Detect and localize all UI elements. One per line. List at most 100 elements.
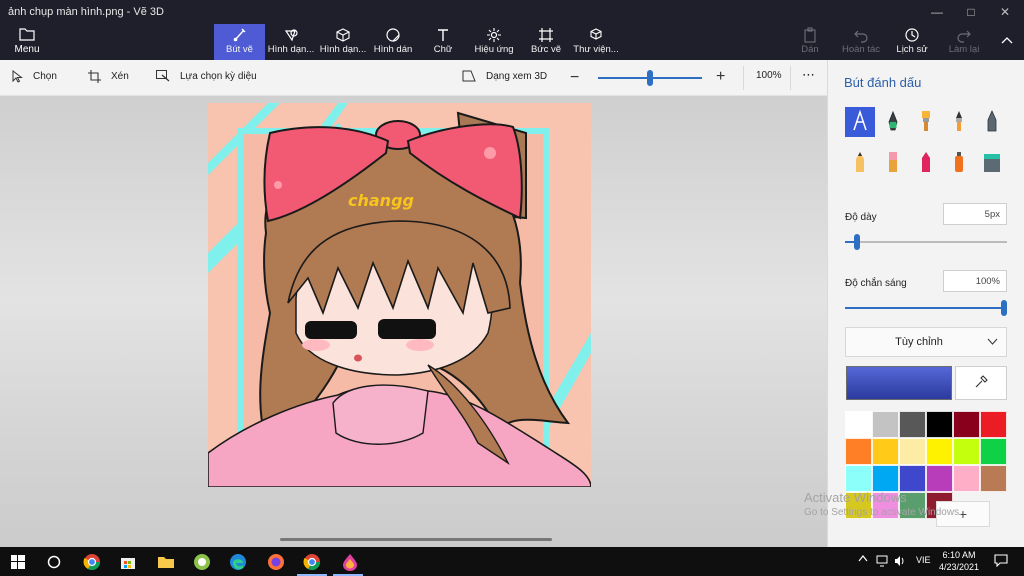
- tool-label: Hình dạn...: [267, 44, 315, 55]
- thickness-label: Độ dày: [845, 212, 877, 223]
- volume-icon[interactable]: [894, 555, 906, 569]
- zoom-value[interactable]: 100%: [756, 70, 782, 81]
- color-swatch[interactable]: [980, 465, 1007, 492]
- undo-button[interactable]: Hoàn tác: [840, 24, 882, 60]
- canvas-artwork[interactable]: changg: [208, 103, 591, 487]
- clock[interactable]: 6:10 AM 4/23/2021: [934, 549, 984, 573]
- left-eye: [305, 321, 357, 339]
- view-3d-toggle[interactable]: Dạng xem 3D: [462, 70, 547, 82]
- language-indicator[interactable]: VIE: [916, 555, 931, 565]
- file-explorer-icon[interactable]: [156, 552, 176, 572]
- tool-label: Bức vẽ: [530, 44, 562, 55]
- brush-marker[interactable]: [845, 107, 875, 137]
- brush-spray[interactable]: [944, 148, 974, 178]
- tool-3d-library[interactable]: Thư viện...: [572, 24, 620, 60]
- horizontal-scrollbar[interactable]: [280, 538, 552, 541]
- crop-button[interactable]: Xén: [88, 70, 129, 83]
- color-swatch[interactable]: [953, 465, 980, 492]
- thickness-slider-thumb[interactable]: [854, 234, 860, 250]
- zoom-in-button[interactable]: +: [716, 68, 725, 86]
- cortana-icon[interactable]: [44, 552, 64, 572]
- color-swatch[interactable]: [980, 411, 1007, 438]
- chevron-up-icon[interactable]: [858, 554, 868, 564]
- menu-label: Menu: [14, 44, 40, 55]
- thickness-slider[interactable]: [845, 234, 1007, 250]
- chrome-icon[interactable]: [82, 552, 102, 572]
- tool-label: Bút vẽ: [226, 44, 253, 55]
- tool-label: Hình dán: [373, 44, 413, 55]
- tool-text[interactable]: Chữ: [424, 24, 462, 60]
- maximize-icon[interactable]: □: [954, 0, 988, 24]
- chrome-active-icon[interactable]: [302, 552, 322, 572]
- color-swatch[interactable]: [872, 411, 899, 438]
- color-swatch[interactable]: [953, 411, 980, 438]
- color-swatch[interactable]: [899, 438, 926, 465]
- zoom-slider-thumb[interactable]: [647, 70, 653, 86]
- tool-2d-shapes[interactable]: Hình dạn...: [266, 24, 316, 60]
- sticker-text[interactable]: changg: [348, 191, 414, 210]
- firefox-icon[interactable]: [266, 552, 286, 572]
- collapse-ribbon-button[interactable]: [996, 24, 1018, 60]
- app-green-icon[interactable]: [192, 552, 212, 572]
- crop-label: Xén: [111, 71, 129, 82]
- color-swatch[interactable]: [953, 438, 980, 465]
- tool-canvas[interactable]: Bức vẽ: [526, 24, 566, 60]
- select-button[interactable]: Chọn: [12, 70, 57, 83]
- store-icon[interactable]: [118, 552, 138, 572]
- color-swatch[interactable]: [845, 465, 872, 492]
- start-icon[interactable]: [8, 552, 28, 572]
- brush-calligraphy[interactable]: [878, 107, 908, 137]
- brush-crayon[interactable]: [911, 148, 941, 178]
- tool-effects[interactable]: Hiệu ứng: [472, 24, 516, 60]
- zoom-slider[interactable]: [598, 70, 702, 86]
- window-title: ảnh chụp màn hình.png - Vẽ 3D: [8, 6, 164, 18]
- opacity-label: Độ chắn sáng: [845, 278, 907, 289]
- more-icon[interactable]: ⋯: [802, 67, 816, 83]
- color-swatch[interactable]: [926, 411, 953, 438]
- tool-stickers[interactable]: Hình dán: [370, 24, 416, 60]
- edge-icon[interactable]: [228, 552, 248, 572]
- redo-button[interactable]: Làm lại: [944, 24, 984, 60]
- tool-brushes[interactable]: Bút vẽ: [214, 24, 265, 60]
- color-swatch[interactable]: [872, 438, 899, 465]
- minimize-icon[interactable]: —: [920, 0, 954, 24]
- tool-3d-shapes[interactable]: Hình dạn...: [318, 24, 368, 60]
- brush-fill[interactable]: [977, 148, 1007, 178]
- current-color-swatch[interactable]: [846, 366, 952, 400]
- eyedropper-button[interactable]: [955, 366, 1007, 400]
- color-swatch[interactable]: [872, 465, 899, 492]
- close-icon[interactable]: ✕: [988, 0, 1022, 24]
- color-swatch[interactable]: [845, 438, 872, 465]
- color-swatch[interactable]: [926, 438, 953, 465]
- brush-watercolor[interactable]: [944, 107, 974, 137]
- thickness-input[interactable]: 5px: [943, 203, 1007, 225]
- color-swatch[interactable]: [899, 465, 926, 492]
- spray-can-icon: [953, 151, 965, 176]
- opacity-slider[interactable]: [845, 300, 1007, 316]
- color-swatch[interactable]: [926, 465, 953, 492]
- brush-eraser[interactable]: [878, 148, 908, 178]
- brush-pencil[interactable]: [845, 148, 875, 178]
- opacity-slider-thumb[interactable]: [1001, 300, 1007, 316]
- opacity-input[interactable]: 100%: [943, 270, 1007, 292]
- zoom-out-button[interactable]: −: [570, 69, 579, 87]
- brush-pixel[interactable]: [977, 107, 1007, 137]
- brush-oil[interactable]: [911, 107, 941, 137]
- panel-title: Bút đánh dấu: [844, 75, 922, 90]
- history-button[interactable]: Lịch sử: [894, 24, 930, 60]
- color-swatch[interactable]: [899, 411, 926, 438]
- color-swatch[interactable]: [845, 411, 872, 438]
- canvas-icon: [526, 27, 566, 44]
- menu-button[interactable]: Menu: [6, 24, 48, 60]
- right-eye: [378, 319, 436, 339]
- notifications-icon[interactable]: [994, 554, 1008, 569]
- paint3d-icon[interactable]: [340, 552, 360, 572]
- activate-windows-watermark: Activate Windows Go to Settings to activ…: [804, 490, 962, 518]
- color-mode-dropdown[interactable]: Tùy chỉnh: [845, 327, 1007, 357]
- network-icon[interactable]: [876, 555, 890, 569]
- color-swatch[interactable]: [980, 438, 1007, 465]
- tool-label: Hình dạn...: [319, 44, 367, 55]
- paste-button[interactable]: Dán: [798, 24, 822, 60]
- pixel-pen-icon: [986, 109, 998, 135]
- magic-select-button[interactable]: Lựa chọn kỳ diệu: [156, 70, 257, 82]
